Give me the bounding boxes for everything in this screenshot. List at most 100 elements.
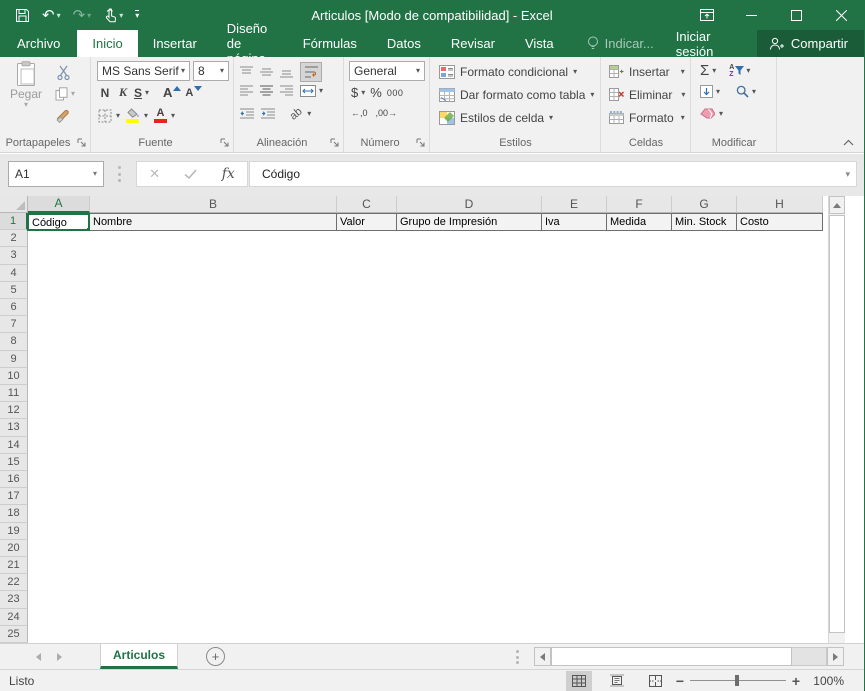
tab-insertar[interactable]: Insertar (138, 30, 212, 57)
minimize-button[interactable] (729, 0, 774, 30)
cell-styles-button[interactable]: Estilos de celda▾ (437, 107, 555, 128)
format-as-table-button[interactable]: Dar formato como tabla▾ (437, 84, 596, 105)
autosum-button[interactable]: Σ▾ (700, 62, 716, 79)
row-header-17[interactable]: 17 (0, 488, 28, 505)
sheet-tab-articulos[interactable]: Articulos (100, 644, 178, 669)
row-header-10[interactable]: 10 (0, 368, 28, 385)
collapse-ribbon-icon[interactable] (843, 139, 854, 146)
row-header-24[interactable]: 24 (0, 609, 28, 626)
comma-format-button[interactable]: 000 (387, 88, 404, 98)
undo-button[interactable]: ↶▾ (37, 2, 66, 28)
align-top-icon[interactable] (240, 66, 253, 78)
bold-button[interactable]: N (98, 86, 112, 100)
decrease-decimal-button[interactable]: ,00→ (376, 108, 398, 118)
cut-icon[interactable] (52, 63, 74, 81)
font-color-button[interactable]: A ▾ (154, 108, 175, 123)
zoom-in-button[interactable]: + (788, 673, 804, 689)
prev-sheet-icon[interactable] (36, 653, 41, 661)
row-header-14[interactable]: 14 (0, 437, 28, 454)
scroll-left-button[interactable] (534, 647, 551, 666)
row-header-21[interactable]: 21 (0, 557, 28, 574)
find-select-button[interactable]: ▾ (736, 85, 756, 98)
zoom-out-button[interactable]: − (672, 673, 688, 689)
ribbon-display-options-icon[interactable] (684, 0, 729, 30)
close-button[interactable] (819, 0, 864, 30)
vertical-scrollbar[interactable] (828, 196, 845, 643)
row-header-13[interactable]: 13 (0, 419, 28, 436)
row-header-7[interactable]: 7 (0, 316, 28, 333)
scroll-up-button[interactable] (829, 196, 845, 214)
cell-B1[interactable]: Nombre (89, 213, 337, 231)
font-dialog-launcher[interactable] (219, 137, 230, 148)
increase-decimal-button[interactable]: ←,0 (351, 108, 368, 118)
new-sheet-button[interactable]: + (206, 647, 225, 666)
save-icon[interactable] (10, 2, 35, 28)
column-header-D[interactable]: D (397, 196, 542, 213)
alignment-dialog-launcher[interactable] (329, 137, 340, 148)
row-header-4[interactable]: 4 (0, 265, 28, 282)
clipboard-dialog-launcher[interactable] (76, 137, 87, 148)
sort-filter-button[interactable]: AZ ▾ (729, 64, 750, 78)
fill-color-button[interactable]: ▾ (126, 108, 148, 123)
shrink-font-button[interactable]: A (185, 87, 202, 99)
format-cells-button[interactable]: Formato▾ (607, 107, 687, 128)
tab-archivo[interactable]: Archivo (0, 30, 77, 57)
formula-input[interactable]: Código ▾ (249, 161, 857, 187)
zoom-level[interactable]: 100% (804, 674, 856, 688)
row-header-22[interactable]: 22 (0, 574, 28, 591)
cell-A1[interactable]: Código (27, 213, 90, 231)
wrap-text-button[interactable] (300, 62, 322, 82)
number-dialog-launcher[interactable] (415, 137, 426, 148)
row-header-20[interactable]: 20 (0, 540, 28, 557)
row-header-8[interactable]: 8 (0, 333, 28, 350)
cell-G1[interactable]: Min. Stock (671, 213, 737, 231)
normal-view-icon[interactable] (566, 671, 592, 691)
row-header-15[interactable]: 15 (0, 454, 28, 471)
column-header-B[interactable]: B (90, 196, 337, 213)
paste-button[interactable]: Pegar ▾ (6, 61, 46, 109)
cell-E1[interactable]: Iva (541, 213, 607, 231)
touch-mode-icon[interactable]: ▾ (98, 2, 128, 28)
insert-cells-button[interactable]: Insertar▾ (607, 61, 687, 82)
delete-cells-button[interactable]: Eliminar▾ (607, 84, 687, 105)
zoom-slider-thumb[interactable] (735, 675, 739, 686)
maximize-button[interactable] (774, 0, 819, 30)
cancel-entry-icon[interactable]: ✕ (149, 166, 160, 182)
row-header-16[interactable]: 16 (0, 471, 28, 488)
column-header-F[interactable]: F (607, 196, 672, 213)
align-center-icon[interactable] (260, 85, 273, 97)
cell-C1[interactable]: Valor (336, 213, 397, 231)
increase-indent-icon[interactable] (261, 108, 275, 120)
tab-fórmulas[interactable]: Fórmulas (288, 30, 372, 57)
column-header-E[interactable]: E (542, 196, 607, 213)
row-header-23[interactable]: 23 (0, 591, 28, 608)
name-box[interactable]: A1▾ (8, 161, 104, 187)
vertical-scrollbar-thumb[interactable] (829, 215, 845, 633)
row-header-3[interactable]: 3 (0, 247, 28, 264)
column-header-G[interactable]: G (672, 196, 737, 213)
column-header-C[interactable]: C (337, 196, 397, 213)
formula-expand-icon[interactable]: ▾ (845, 169, 850, 180)
tab-revisar[interactable]: Revisar (436, 30, 510, 57)
confirm-entry-icon[interactable] (184, 169, 197, 179)
column-header-H[interactable]: H (737, 196, 823, 213)
page-break-view-icon[interactable] (642, 671, 668, 691)
insert-function-icon[interactable]: fx (222, 166, 235, 182)
cell-F1[interactable]: Medida (606, 213, 672, 231)
row-header-2[interactable]: 2 (0, 230, 28, 247)
italic-button[interactable]: K (116, 85, 130, 100)
tab-vista[interactable]: Vista (510, 30, 569, 57)
row-header-12[interactable]: 12 (0, 402, 28, 419)
font-size-combo[interactable]: 8▾ (193, 61, 229, 81)
currency-format-button[interactable]: $▾ (351, 85, 365, 100)
tell-me-box[interactable]: Indicar... (577, 30, 664, 57)
decrease-indent-icon[interactable] (240, 108, 254, 120)
tab-datos[interactable]: Datos (372, 30, 436, 57)
copy-icon[interactable]: ▾ (50, 85, 80, 103)
cell-H1[interactable]: Costo (736, 213, 823, 231)
scroll-right-button[interactable] (827, 647, 844, 666)
orientation-button[interactable]: ab ▾ (290, 108, 311, 120)
row-header-19[interactable]: 19 (0, 523, 28, 540)
clear-button[interactable]: ▾ (700, 108, 723, 119)
page-layout-view-icon[interactable] (604, 671, 630, 691)
